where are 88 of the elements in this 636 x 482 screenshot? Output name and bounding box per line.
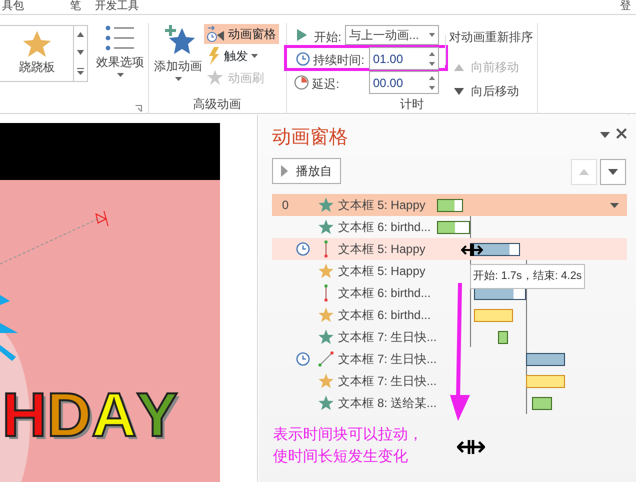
animation-list-item[interactable]: 文本框 6: birthd... <box>272 304 627 326</box>
lightning-icon <box>207 47 221 65</box>
motion-line-icon <box>318 351 334 367</box>
annotation-text: 表示时间块可以拉动， 使时间长短发生变化 <box>273 425 423 467</box>
ribbon-button[interactable]: 触发 <box>204 46 279 66</box>
ribbon-tab[interactable]: 笔 <box>70 0 81 13</box>
start-label: 开始: <box>314 29 342 46</box>
animation-list-item[interactable]: 文本框 7: 生日快... <box>272 326 627 348</box>
spin-arrows-icon[interactable] <box>429 76 435 90</box>
reorder-title: 对动画重新排序 <box>449 29 533 46</box>
animation-list-item[interactable]: 0 文本框 5: Happy <box>272 194 627 216</box>
animation-gallery[interactable]: 跷跷板 <box>0 25 88 82</box>
ribbon-button[interactable]: 动画窗格 <box>204 24 279 44</box>
streamer-shapes-drawing <box>0 295 18 363</box>
spin-field[interactable]: 00.00 <box>369 71 439 94</box>
clock-icon <box>296 52 310 66</box>
animation-label: 文本框 8: 送给某... <box>338 395 437 412</box>
animation-label: 文本框 7: 生日快... <box>338 351 437 368</box>
group-label: 高级动画 <box>193 96 241 113</box>
star-icon <box>318 263 334 279</box>
effect-options-button[interactable]: 效果选项 <box>90 25 150 77</box>
animation-list-item[interactable]: 文本框 8: 送给某... <box>272 392 627 414</box>
play-from-button[interactable]: 播放自 <box>272 158 341 184</box>
animation-label: 文本框 7: 生日快... <box>338 373 437 390</box>
caret-icon <box>174 77 182 81</box>
account-label[interactable]: 登 <box>620 0 631 13</box>
pane-title: 动画窗格 <box>272 126 348 150</box>
animation-label: 文本框 5: Happy <box>338 263 426 280</box>
animation-label: 文本框 7: 生日快... <box>338 329 437 346</box>
group-label: 计时 <box>400 96 424 113</box>
scroll-down-icon[interactable] <box>77 50 84 55</box>
motion-line-icon <box>324 240 328 258</box>
play-icon <box>281 165 288 177</box>
more-icon[interactable] <box>77 68 84 75</box>
star-brush-icon <box>207 70 225 86</box>
dialog-launcher-icon[interactable] <box>135 105 142 112</box>
animation-label: 文本框 6: birthd... <box>338 219 431 236</box>
animation-list-item[interactable]: 文本框 7: 生日快... <box>272 348 627 370</box>
animation-list-item[interactable]: 文本框 6: birthd... <box>272 216 627 238</box>
dropdown-icon[interactable] <box>610 203 619 208</box>
star-icon <box>318 329 334 345</box>
animation-list-item[interactable]: 文本框 7: 生日快... <box>272 370 627 392</box>
caret-icon <box>251 54 258 58</box>
close-icon[interactable] <box>616 128 627 139</box>
animation-pane-icon <box>207 25 225 43</box>
resize-cursor-icon <box>457 439 485 455</box>
up-triangle-icon <box>579 169 589 175</box>
timing-bar[interactable] <box>437 221 470 234</box>
down-triangle-icon <box>454 88 464 94</box>
animation-label: 文本框 6: birthd... <box>338 307 431 324</box>
duration-label: 持续时间: <box>313 52 364 69</box>
star-burst-icon <box>22 30 52 58</box>
start-dropdown[interactable]: 与上一动画... <box>345 25 439 45</box>
spin-field[interactable]: 01.00 <box>369 47 439 70</box>
caret-icon <box>116 73 124 77</box>
animation-label: 文本框 5: Happy <box>338 197 426 214</box>
star-icon <box>318 395 334 411</box>
up-triangle-icon <box>454 64 464 70</box>
ribbon-tab[interactable]: 具包 <box>2 0 24 13</box>
caret-icon <box>429 33 435 37</box>
animation-list-item[interactable]: 文本框 5: Happy <box>272 238 627 260</box>
gallery-scrollbar[interactable] <box>73 26 87 81</box>
animation-label: 文本框 6: birthd... <box>338 285 431 302</box>
move-down-button[interactable] <box>600 159 626 185</box>
animation-list-item[interactable]: 文本框 5: Happy <box>272 260 426 282</box>
tooltip: 开始: 1.7s，结束: 4.2s <box>470 264 585 288</box>
move-button[interactable]: 向后移动 <box>454 82 519 100</box>
scroll-up-icon[interactable] <box>77 32 84 38</box>
list-icon <box>105 25 135 51</box>
animation-label: 文本框 5: Happy <box>338 241 426 258</box>
star-icon <box>318 197 334 213</box>
play-icon <box>297 29 307 41</box>
timing-bar[interactable] <box>437 199 463 212</box>
ribbon-tab[interactable]: 开发工具 <box>95 0 139 13</box>
resize-cursor-icon <box>461 243 483 257</box>
order-number: 0 <box>281 197 290 214</box>
star-icon <box>318 373 334 389</box>
add-animation-button[interactable]: 添加动画 <box>150 25 206 81</box>
star-icon <box>318 307 334 323</box>
motion-line-icon <box>324 284 328 302</box>
wordart-text: HDAY <box>2 385 178 447</box>
delay-label: 延迟: <box>312 76 340 93</box>
dropdown-icon[interactable] <box>600 132 610 138</box>
spin-arrows-icon[interactable] <box>429 52 435 66</box>
gallery-item-label[interactable]: 跷跷板 <box>19 58 55 76</box>
delay-clock-icon <box>294 75 309 90</box>
star-icon <box>318 219 334 235</box>
down-triangle-icon <box>608 169 618 175</box>
